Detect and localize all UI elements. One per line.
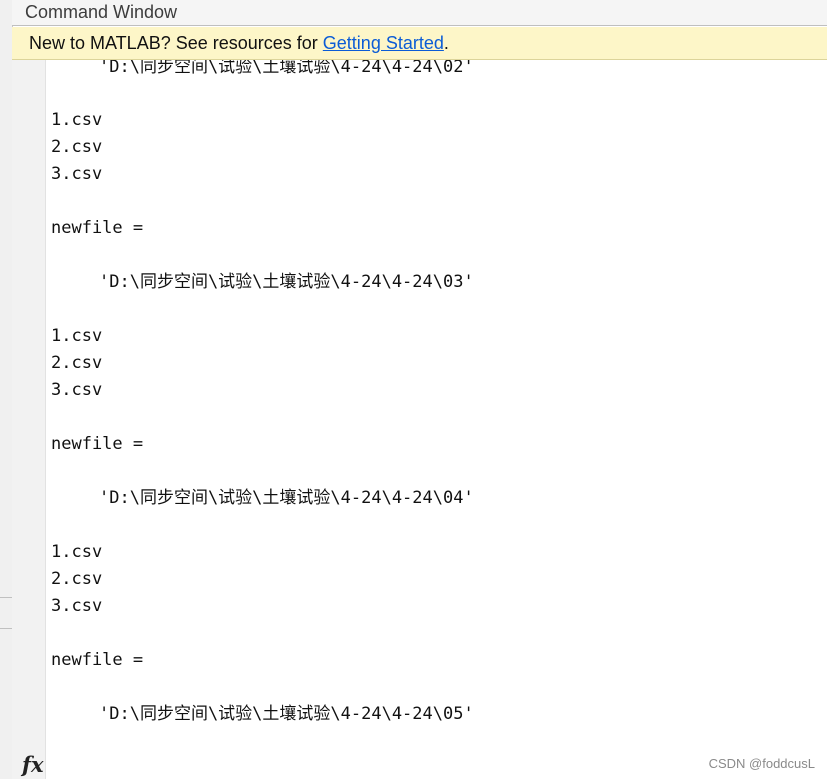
output-path-line: 'D:\同步空间\试验\土壤试验\4-24\4-24\05' [99, 704, 474, 724]
command-gutter [12, 60, 46, 779]
output-line: 2.csv [51, 353, 103, 373]
output-line: newfile = [51, 434, 144, 454]
output-line: 2.csv [51, 569, 103, 589]
banner-message: New to MATLAB? See resources for Getting… [29, 33, 449, 54]
output-line: newfile = [51, 650, 144, 670]
banner-text: New to MATLAB? See resources for [29, 33, 323, 53]
command-output[interactable]: 'D:\同步空间\试验\土壤试验\4-24\4-24\02' 1.csv 2.csv… [46, 60, 827, 779]
getting-started-banner: New to MATLAB? See resources for Getting… [12, 27, 827, 60]
output-line: 3.csv [51, 380, 103, 400]
output-path-line: 'D:\同步空间\试验\土壤试验\4-24\4-24\02' [99, 60, 474, 77]
command-window-titlebar: Command Window [12, 0, 827, 26]
output-line: 1.csv [51, 542, 103, 562]
output-line: 2.csv [51, 137, 103, 157]
output-line: 3.csv [51, 164, 103, 184]
watermark: CSDN @foddcusL [708, 756, 815, 771]
panel-splitter[interactable] [0, 597, 12, 629]
getting-started-link[interactable]: Getting Started [323, 33, 444, 53]
fx-icon[interactable]: fx [22, 752, 44, 777]
output-line: 3.csv [51, 596, 103, 616]
output-path-line: 'D:\同步空间\试验\土壤试验\4-24\4-24\04' [99, 488, 474, 508]
output-line: 1.csv [51, 110, 103, 130]
output-path-line: 'D:\同步空间\试验\土壤试验\4-24\4-24\03' [99, 272, 474, 292]
window-title: Command Window [25, 2, 178, 22]
output-line: newfile = [51, 218, 144, 238]
output-line: 1.csv [51, 326, 103, 346]
banner-text-end: . [443, 33, 449, 53]
